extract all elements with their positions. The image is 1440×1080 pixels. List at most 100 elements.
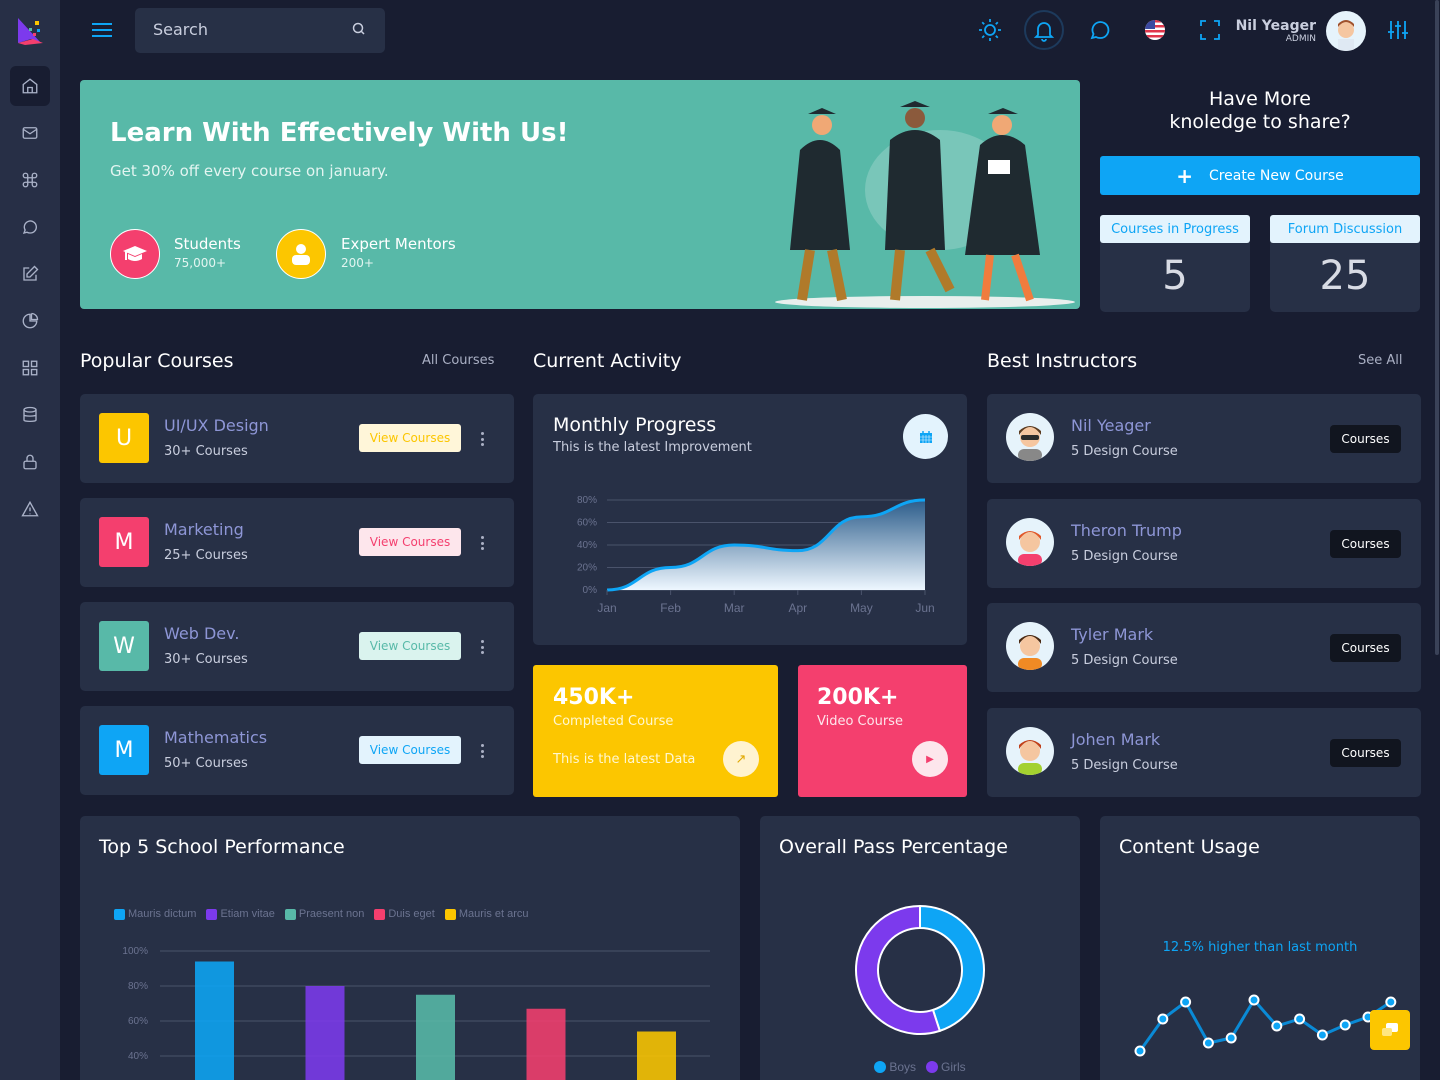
course-name: UI/UX Design <box>164 416 269 435</box>
usage-point <box>1339 1019 1351 1031</box>
sidebar-item-mail[interactable] <box>10 113 50 153</box>
sidebar-item-database[interactable] <box>10 395 50 435</box>
more-options-icon[interactable] <box>480 432 484 446</box>
calendar-button[interactable] <box>903 414 948 459</box>
y-tick-label: 20% <box>577 563 597 574</box>
notifications-button[interactable] <box>1024 10 1064 50</box>
y-tick-label: 60% <box>577 518 597 529</box>
students-icon-wrap <box>110 229 160 279</box>
search-input[interactable] <box>153 20 343 39</box>
y-tick-label: 80% <box>577 495 597 506</box>
view-courses-button[interactable]: View Courses <box>359 424 461 452</box>
legend-item[interactable]: Mauris dictum <box>114 908 196 920</box>
mentors-label: Expert Mentors <box>341 235 456 253</box>
x-tick-label: May <box>850 601 873 615</box>
legend-swatch <box>926 1061 938 1073</box>
courses-button[interactable]: Courses <box>1330 529 1401 558</box>
lock-icon <box>23 454 37 470</box>
instructor-item[interactable]: Theron Trump 5 Design Course Courses <box>987 498 1421 588</box>
menu-toggle[interactable] <box>90 20 114 40</box>
courses-in-progress-card[interactable]: Courses in Progress 5 <box>1100 215 1250 312</box>
instructor-avatar <box>1006 413 1054 461</box>
course-item[interactable]: M Mathematics 50+ Courses View Courses <box>80 706 514 795</box>
legend-item[interactable]: Praesent non <box>284 908 364 920</box>
current-activity-title: Current Activity <box>533 350 682 372</box>
more-options-icon[interactable] <box>480 536 484 550</box>
legend-swatch <box>874 1061 887 1073</box>
course-item[interactable]: U UI/UX Design 30+ Courses View Courses <box>80 394 514 483</box>
y-tick-label: 80% <box>128 981 148 992</box>
search-box[interactable] <box>135 8 385 53</box>
usage-point <box>1316 1029 1328 1041</box>
legend-item[interactable]: Duis eget <box>374 908 435 920</box>
legend-item[interactable]: Mauris et arcu <box>444 908 529 920</box>
courses-button[interactable]: Courses <box>1330 738 1401 767</box>
command-icon <box>22 172 38 188</box>
stat-label: Forum Discussion <box>1270 215 1420 243</box>
course-name: Marketing <box>164 520 244 539</box>
instructor-avatar <box>1006 622 1054 670</box>
bar-legend: Mauris dictum Etiam vitae Praesent non Duis… <box>114 908 529 920</box>
completed-course-tile: 450K+ Completed Course This is the lates… <box>533 665 778 797</box>
legend-item[interactable]: Girls <box>926 1060 966 1074</box>
mentors-value: 200+ <box>341 256 374 270</box>
sidebar-item-edit[interactable] <box>10 254 50 294</box>
course-item[interactable]: M Marketing 25+ Courses View Courses <box>80 498 514 587</box>
more-options-icon[interactable] <box>480 744 484 758</box>
view-courses-button[interactable]: View Courses <box>359 736 461 764</box>
user-info[interactable]: Nil Yeager ADMIN <box>1220 18 1316 44</box>
sidebar-item-pie-chart[interactable] <box>10 301 50 341</box>
legend-item[interactable]: Boys <box>874 1060 916 1074</box>
scrollbar[interactable] <box>1434 0 1440 1080</box>
sidebar-item-warning[interactable] <box>10 489 50 529</box>
usage-point <box>1271 1020 1283 1032</box>
students-label: Students <box>174 235 241 253</box>
students-value: 75,000+ <box>174 256 227 270</box>
all-courses-link[interactable]: All Courses <box>422 353 494 368</box>
sidebar-item-chat[interactable] <box>10 207 50 247</box>
view-courses-button[interactable]: View Courses <box>359 528 461 556</box>
settings-button[interactable] <box>1378 10 1418 50</box>
scrollbar-thumb[interactable] <box>1435 0 1439 655</box>
usage-point <box>1248 994 1260 1006</box>
create-course-button[interactable]: + Create New Course <box>1100 156 1420 195</box>
courses-button[interactable]: Courses <box>1330 634 1401 662</box>
arrow-up-right-icon[interactable]: ↗ <box>723 741 759 777</box>
instructor-item[interactable]: Tyler Mark 5 Design Course Courses <box>987 603 1421 692</box>
chat-widget-button[interactable] <box>1370 1010 1410 1050</box>
legend-item[interactable]: Etiam vitae <box>206 908 275 920</box>
instructor-avatar <box>1006 726 1054 775</box>
school-performance-chart: 40% 60% 80% 100% <box>122 946 710 1080</box>
instructor-item[interactable]: Nil Yeager 5 Design Course Courses <box>987 394 1421 483</box>
user-avatar[interactable] <box>1326 11 1366 51</box>
legend-swatch <box>114 908 125 920</box>
sidebar-item-lock[interactable] <box>10 442 50 482</box>
view-courses-button[interactable]: View Courses <box>359 632 461 660</box>
warning-icon <box>21 500 39 517</box>
sidebar-item-command[interactable] <box>10 160 50 200</box>
sidebar <box>0 0 60 1080</box>
play-icon[interactable]: ▶ <box>912 741 948 777</box>
search-icon[interactable] <box>352 22 366 36</box>
sidebar-item-home[interactable] <box>10 66 50 106</box>
course-item[interactable]: W Web Dev. 30+ Courses View Courses <box>80 602 514 691</box>
instructor-courses: 5 Design Course <box>1071 444 1178 459</box>
forum-discussion-card[interactable]: Forum Discussion 25 <box>1270 215 1420 312</box>
monthly-progress-title: Monthly Progress <box>553 414 717 436</box>
language-button[interactable] <box>1135 10 1175 50</box>
sidebar-item-grid[interactable] <box>10 348 50 388</box>
legend-label: Etiam vitae <box>220 908 275 920</box>
legend-label: Girls <box>941 1060 966 1074</box>
chat-icon <box>1090 21 1110 40</box>
avatar-illustration <box>1338 20 1354 51</box>
instructor-item[interactable]: Johen Mark 5 Design Course Courses <box>987 707 1421 797</box>
bar <box>195 961 234 1080</box>
theme-toggle[interactable] <box>970 10 1010 50</box>
more-options-icon[interactable] <box>480 640 484 654</box>
courses-button[interactable]: Courses <box>1330 425 1401 453</box>
popular-courses-title: Popular Courses <box>80 350 234 372</box>
see-all-link[interactable]: See All <box>1358 353 1403 368</box>
sliders-icon <box>1388 21 1408 39</box>
course-count: 25+ Courses <box>164 548 248 563</box>
messages-button[interactable] <box>1080 10 1120 50</box>
